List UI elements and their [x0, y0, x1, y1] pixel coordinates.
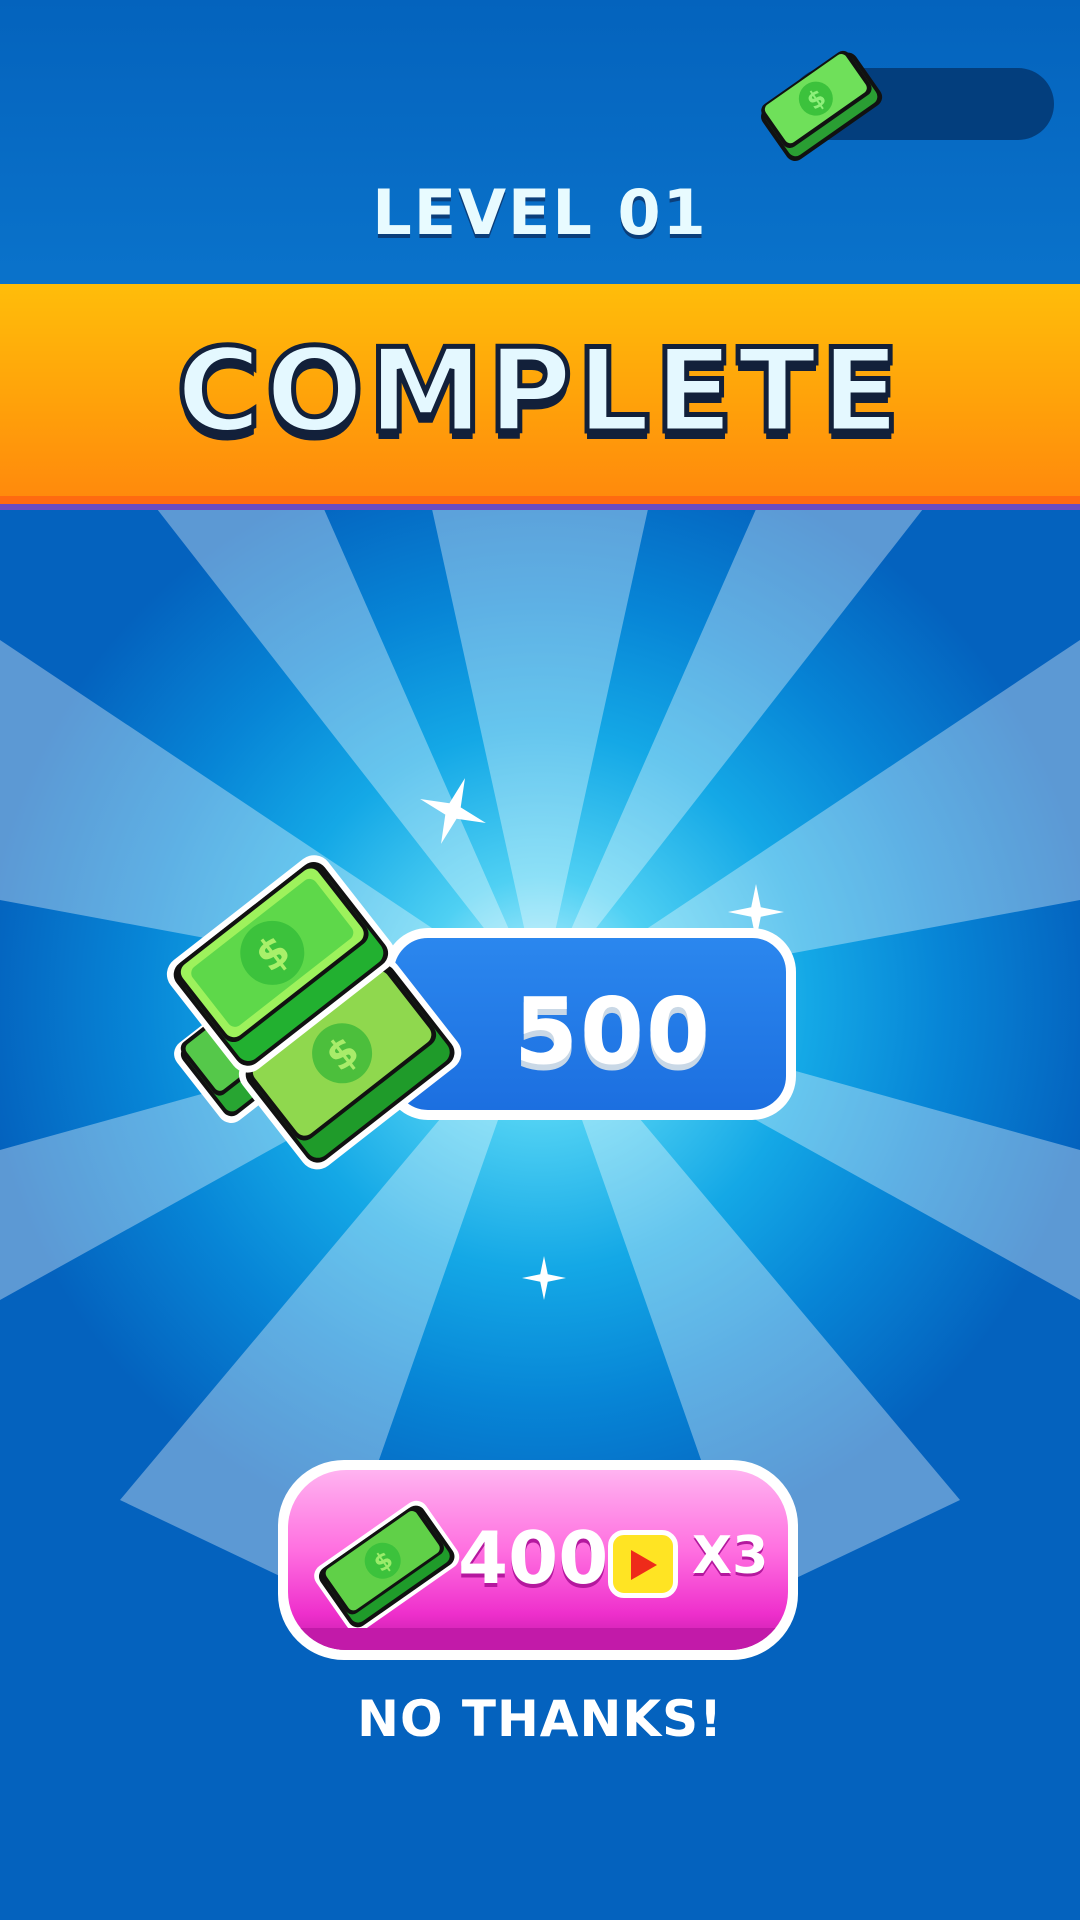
play-video-icon	[608, 1530, 678, 1598]
claim-multiplier: X3	[692, 1526, 769, 1586]
sparkle-icon	[522, 1256, 566, 1300]
cash-icon: $	[314, 1500, 460, 1633]
level-title: LEVEL 01	[372, 176, 708, 249]
cash-stack-icon: $ $	[166, 855, 462, 1170]
cash-icon: $	[761, 50, 883, 161]
claim-button-face[interactable]: $ 400 X3	[288, 1470, 788, 1650]
reward-amount: 500	[514, 978, 713, 1085]
no-thanks-button[interactable]: NO THANKS!	[0, 1690, 1080, 1748]
claim-amount: 400	[458, 1516, 609, 1600]
currency-counter: $	[761, 50, 1054, 161]
complete-banner: COMPLETE	[0, 284, 1080, 504]
banner-title: COMPLETE	[174, 322, 904, 462]
claim-x3-button[interactable]: $ 400 X3	[278, 1460, 798, 1660]
